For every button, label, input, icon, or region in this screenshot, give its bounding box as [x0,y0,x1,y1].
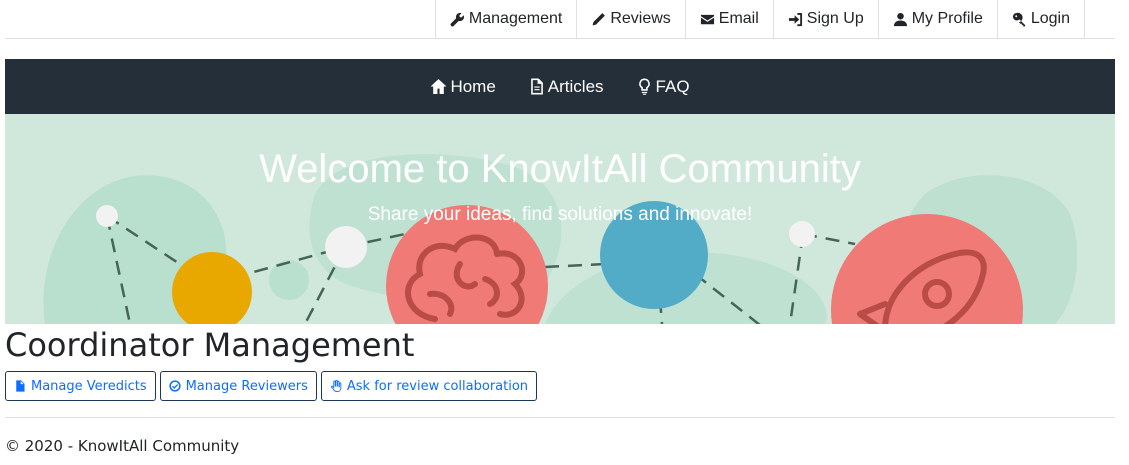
nav-faq-label: FAQ [655,76,690,96]
top-nav-tabs: Management Reviews Email Sign Up My Prof… [434,0,1085,39]
nav-sign-up[interactable]: Sign Up [772,0,878,38]
hand-icon [330,380,342,392]
manage-reviewers-label: Manage Reviewers [185,378,308,394]
manage-veredicts-button[interactable]: Manage Veredicts [5,371,156,401]
sign-in-icon [788,12,802,26]
nav-my-profile[interactable]: My Profile [877,0,997,38]
pencil-icon [592,12,606,25]
hero-subtitle: Share your ideas, find solutions and inn… [367,204,753,225]
user-icon [893,12,907,26]
nav-reviews[interactable]: Reviews [576,0,684,38]
nav-login-label: Login [1030,10,1070,27]
nav-email-label: Email [718,10,759,27]
nav-faq[interactable]: FAQ [636,77,690,97]
action-buttons: Manage Veredicts Manage Reviewers Ask fo… [5,371,541,401]
nav-articles-label: Articles [547,76,604,96]
lightbulb-icon [638,78,650,95]
page-title: Coordinator Management [5,326,415,364]
check-circle-icon [168,380,181,392]
wrench-icon [450,12,464,26]
manage-reviewers-button[interactable]: Manage Reviewers [159,371,317,401]
ask-review-collaboration-label: Ask for review collaboration [346,378,529,394]
nav-management[interactable]: Management [434,0,576,38]
nav-articles[interactable]: Articles [528,77,604,97]
hero-title: Welcome to KnowItAll Community [259,147,861,191]
ask-review-collaboration-button[interactable]: Ask for review collaboration [320,371,538,401]
nav-login[interactable]: Login [996,0,1085,38]
document-icon [530,78,543,95]
nav-reviews-label: Reviews [610,10,671,27]
nav-home[interactable]: Home [430,76,496,97]
hero-banner: Welcome to KnowItAll Community Share you… [5,114,1115,324]
nav-sign-up-label: Sign Up [806,10,864,27]
file-icon [16,380,25,392]
nav-management-label: Management [468,10,563,27]
home-icon [430,79,447,94]
key-icon [1012,12,1025,27]
manage-veredicts-label: Manage Veredicts [31,378,147,394]
footer-divider [5,417,1115,418]
nav-my-profile-label: My Profile [911,10,983,27]
top-navbar: Management Reviews Email Sign Up My Prof… [5,0,1115,39]
main-navbar: Home Articles FAQ [5,59,1115,114]
footer-copyright: © 2020 - KnowItAll Community [5,437,240,455]
nav-email[interactable]: Email [684,0,773,38]
envelope-icon [700,14,714,24]
nav-home-label: Home [450,76,496,96]
